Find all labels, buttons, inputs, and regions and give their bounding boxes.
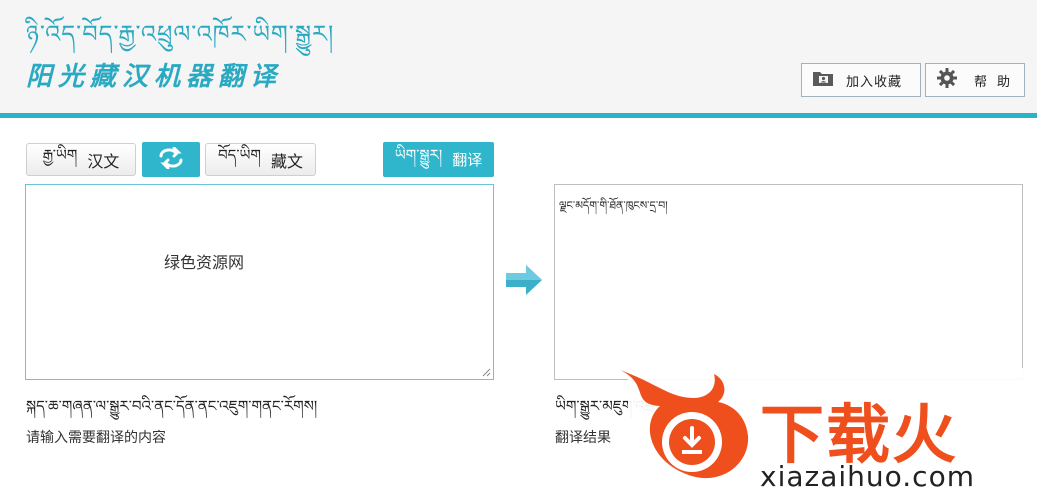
target-language-button[interactable]: བོད་ཡིག 藏文 [205,143,316,176]
header-divider [0,113,1037,118]
translate-label: 翻译 [452,151,483,169]
resize-grip-icon[interactable] [481,367,491,377]
input-hint-chinese: 请输入需要翻译的内容 [26,430,166,446]
source-text-input[interactable]: 绿色资源网 [25,184,494,380]
folder-icon [812,69,834,91]
add-favorite-label: 加入收藏 [846,74,903,90]
help-label: 帮助 [974,74,1021,90]
flame-logo-icon [620,370,749,479]
swap-language-button[interactable] [142,142,200,177]
logo-title[interactable]: 阳光藏汉机器翻译 [26,56,282,93]
watermark-url: xiazaihuo.com [760,460,975,493]
input-hint-tibetan: སྐད་ཆ་གཞན་ལ་སྒྱུར་བའི་ནང་དོན་ནང་འཇུག་གནང… [26,397,318,415]
source-language-tibetan: རྒྱ་ཡིག [42,145,78,164]
swap-arrows-icon [156,146,186,173]
translation-output[interactable]: ལྗང་མདོག་གི་ཐོན་ཁུངས་དྲ་བ། [554,184,1023,380]
header: ཉི་འོད་བོད་རྒྱ་འཕྲུལ་འཁོར་ཡིག་སྒྱུར། 阳光藏… [0,0,1037,113]
target-language-tibetan: བོད་ཡིག [218,145,261,164]
source-text-value: 绿色资源网 [164,253,245,272]
arrow-right-icon [504,264,544,300]
source-language-label: 汉文 [87,151,120,171]
watermark: 下载火 xiazaihuo.com [610,364,1037,502]
target-language-label: 藏文 [270,151,303,171]
add-favorite-button[interactable]: 加入收藏 [801,63,921,97]
result-label-chinese: 翻译结果 [555,430,611,446]
translate-button[interactable]: ཡིག་སྒྱུར། 翻译 [383,142,494,177]
translation-output-text: ལྗང་མདོག་གི་ཐོན་ཁུངས་དྲ་བ། [559,199,668,212]
gear-icon [936,67,958,93]
help-button[interactable]: 帮助 [925,63,1025,97]
translate-tibetan: ཡིག་སྒྱུར། [394,145,443,164]
source-language-button[interactable]: རྒྱ་ཡིག 汉文 [26,143,136,176]
